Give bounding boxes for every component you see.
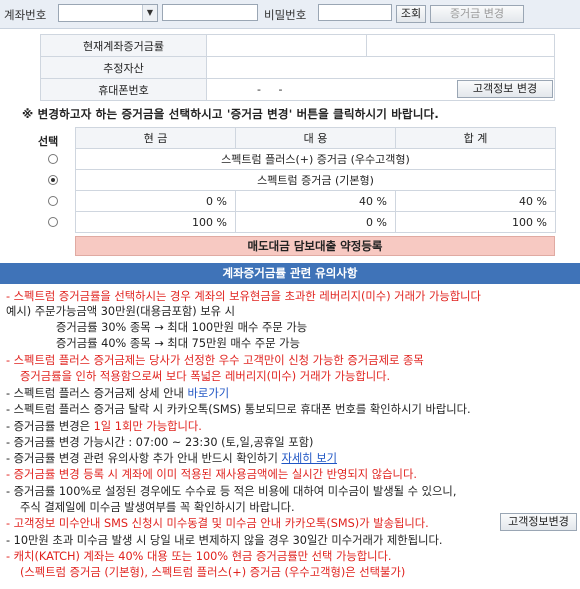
cash-header: 현 금 [75, 127, 236, 149]
note-18: (스펙트럼 증거금 (기본형), 스펙트럼 플러스(+) 증거금 (우수고객형)… [20, 566, 406, 579]
current-margin-rate-value [206, 34, 367, 57]
note-11-text: - 증거금률 변경 관련 유의사항 추가 안내 반드시 확인하기 [6, 452, 282, 465]
note-6: 증거금률을 인하 적용함으로써 보다 폭넓은 레버리지(미수) 거래가 가능합니… [20, 370, 391, 383]
chevron-down-icon[interactable]: ▼ [142, 5, 157, 21]
radio-option-1[interactable] [48, 154, 58, 164]
note-16: - 10만원 초과 미수금 발생 시 당일 내로 변제하지 않을 경우 30일간… [6, 534, 443, 547]
option-3-total: 40 % [395, 190, 556, 212]
note-1: - 스펙트럼 증거금률을 선택하시는 경우 계좌의 보유현금을 초과한 레버리지… [6, 290, 481, 303]
account-label: 계좌번호 [4, 8, 47, 22]
customer-info-change-button[interactable]: 고객정보 변경 [457, 80, 553, 98]
note-4: 증거금률 40% 종목 → 최대 75만원 매수 주문 가능 [56, 337, 300, 350]
account-number-input[interactable] [162, 4, 258, 21]
note-10: - 증거금률 변경 가능시간 : 07:00 ~ 23:30 (토,일,공휴일 … [6, 436, 314, 449]
note-7: - 스펙트럼 플러스 증거금제 상세 안내 바로가기 [6, 386, 229, 401]
shortcut-link[interactable]: 바로가기 [188, 387, 230, 400]
current-margin-rate-label: 현재계좌증거금률 [40, 34, 207, 57]
note-14: 주식 결제일에 미수금 발생여부를 꼭 확인하시기 바랍니다. [20, 501, 295, 514]
note-3: 증거금률 30% 종목 → 최대 100만원 매수 주문 가능 [56, 321, 308, 334]
change-margin-button[interactable]: 증거금 변경 [430, 5, 524, 23]
notes-title: 계좌증거금률 관련 유의사항 [0, 263, 580, 284]
estimated-assets-value [206, 56, 555, 79]
radio-option-2[interactable] [48, 175, 58, 185]
option-4-total: 100 % [395, 211, 556, 233]
option-3-cash: 0 % [75, 190, 236, 212]
query-bar: 계좌번호 ▼ 비밀번호 조회 증거금 변경 [0, 0, 580, 29]
option-4-collateral: 0 % [235, 211, 396, 233]
password-label: 비밀번호 [264, 8, 307, 22]
password-input[interactable] [318, 4, 392, 21]
sell-proceeds-loan-register-button[interactable]: 매도대금 담보대출 약정등록 [75, 236, 555, 256]
note-7-text: - 스펙트럼 플러스 증거금제 상세 안내 [6, 387, 188, 400]
note-12: - 증거금률 변경 등록 시 계좌에 이미 적용된 재사용금액에는 실시간 반영… [6, 468, 417, 481]
select-header: 선택 [38, 135, 59, 148]
note-9: - 증거금률 변경은 1일 1회만 가능합니다. [6, 419, 202, 434]
total-header: 합 계 [395, 127, 556, 149]
note-2: 예시) 주문가능금액 30만원(대용금포함) 보유 시 [6, 305, 236, 318]
notes-panel: - 스펙트럼 증거금률을 선택하시는 경우 계좌의 보유현금을 초과한 레버리지… [0, 285, 580, 589]
note-9-highlight: 1일 1회만 가능합니다. [93, 420, 202, 433]
query-button[interactable]: 조회 [396, 5, 426, 23]
option-spectrum-basic[interactable]: 스펙트럼 증거금 (기본형) [75, 169, 556, 191]
margin-option-grid: 현 금 대 용 합 계 스펙트럼 플러스(+) 증거금 (우수고객형) 스펙트럼… [75, 127, 556, 233]
option-spectrum-plus[interactable]: 스펙트럼 플러스(+) 증거금 (우수고객형) [75, 148, 556, 170]
radio-option-3[interactable] [48, 196, 58, 206]
account-select[interactable]: ▼ [58, 4, 158, 22]
note-5: - 스펙트럼 플러스 증거금제는 당사가 선정한 우수 고객만이 신청 가능한 … [6, 354, 424, 367]
radio-option-4[interactable] [48, 217, 58, 227]
option-4-cash: 100 % [75, 211, 236, 233]
mobile-number-label: 휴대폰번호 [40, 78, 207, 101]
note-17: - 캐치(KATCH) 계좌는 40% 대용 또는 100% 현금 증거금률만 … [6, 550, 392, 563]
note-8: - 스펙트럼 플러스 증거금 탈락 시 카카오톡(SMS) 통보되므로 휴대폰 … [6, 403, 471, 416]
account-info-table: 현재계좌증거금률 추정자산 휴대폰번호 - - 고객정보 변경 [40, 34, 555, 101]
note-9-text: - 증거금률 변경은 [6, 420, 94, 433]
collateral-header: 대 용 [235, 127, 396, 149]
mobile-number-value: - - [257, 83, 283, 96]
customer-info-change-button-2[interactable]: 고객정보변경 [500, 513, 577, 531]
instruction-notice: ※ 변경하고자 하는 증거금을 선택하시고 '증거금 변경' 버튼을 클릭하시기… [22, 107, 439, 121]
option-3-collateral: 40 % [235, 190, 396, 212]
details-link[interactable]: 자세히 보기 [281, 452, 337, 465]
estimated-assets-label: 추정자산 [40, 56, 207, 79]
note-15: - 고객정보 미수안내 SMS 신청시 미수동결 및 미수금 안내 카카오톡(S… [6, 517, 429, 530]
note-13: - 증거금률 100%로 설정된 경우에도 수수료 등 적은 비용에 대하여 미… [6, 485, 457, 498]
note-11: - 증거금률 변경 관련 유의사항 추가 안내 반드시 확인하기 자세히 보기 [6, 451, 337, 466]
